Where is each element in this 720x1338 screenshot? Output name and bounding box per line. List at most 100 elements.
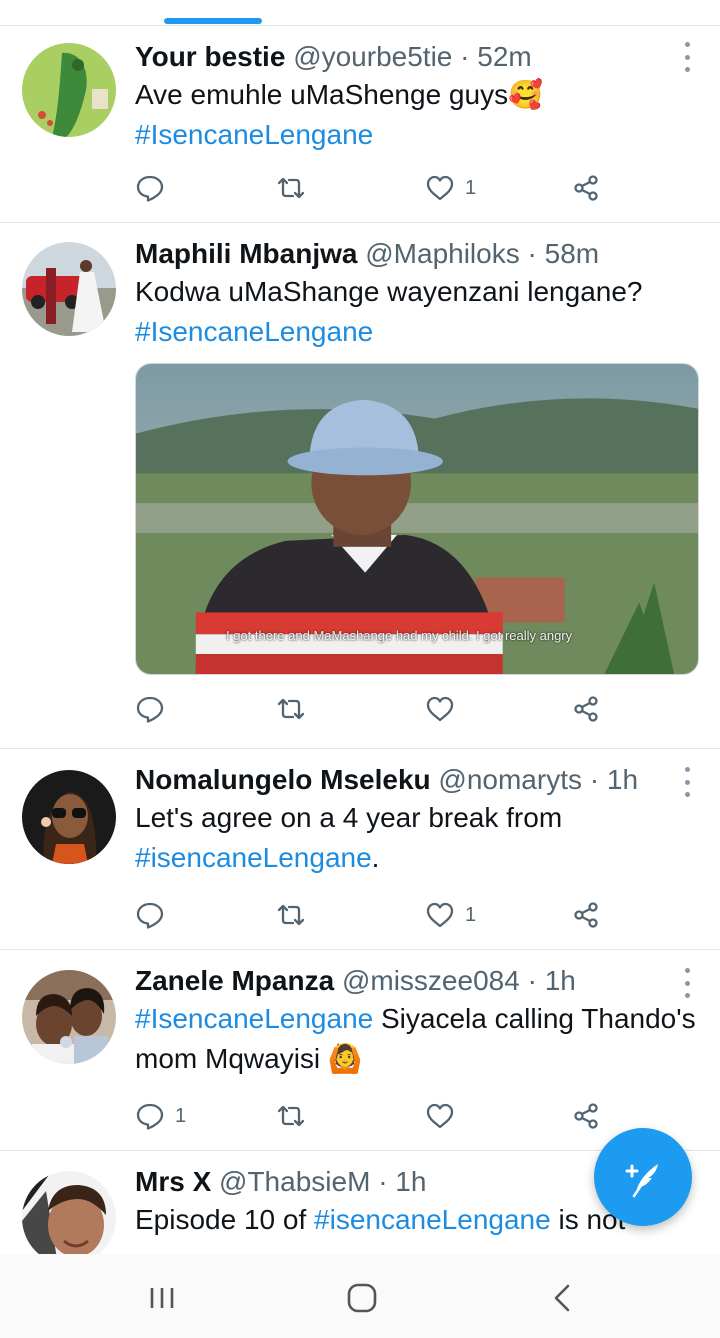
back-button[interactable]	[542, 1276, 586, 1320]
share-icon	[574, 175, 598, 201]
tweet-header: Zanele Mpanza @misszee084 · 1h	[135, 963, 698, 999]
tweet[interactable]: Zanele Mpanza @misszee084 · 1h #Isencane…	[0, 950, 720, 1151]
compose-tweet-button[interactable]	[594, 1128, 692, 1226]
separator: ·	[378, 1166, 388, 1197]
share-button[interactable]	[571, 168, 601, 208]
share-button[interactable]	[571, 689, 601, 729]
heart-icon	[426, 696, 454, 722]
tweet-text: Let's agree on a 4 year break from #isen…	[135, 798, 698, 878]
tweet-actions	[135, 689, 605, 729]
tweet-text: Ave emuhle uMaShenge guys🥰 #IsencaneLeng…	[135, 75, 698, 155]
author-handle[interactable]: @ThabsieM	[219, 1166, 370, 1197]
heart-icon	[426, 175, 454, 201]
avatar[interactable]	[22, 1171, 116, 1254]
tweet-body-text: Episode 10 of	[135, 1204, 307, 1235]
tweet[interactable]: Nomalungelo Mseleku @nomaryts · 1h Let's…	[0, 749, 720, 950]
video-thumbnail[interactable]: I got there and MaMashange had my child.…	[135, 363, 699, 675]
share-icon	[574, 1103, 598, 1129]
reply-icon	[136, 902, 164, 929]
reply-button[interactable]	[135, 689, 175, 729]
retweet-icon	[277, 177, 305, 199]
like-button[interactable]: 1	[425, 168, 476, 208]
reply-button[interactable]	[135, 895, 175, 935]
avatar[interactable]	[22, 770, 116, 864]
top-tab-strip	[0, 0, 720, 26]
like-button[interactable]	[425, 689, 465, 729]
retweet-button[interactable]	[276, 895, 306, 935]
author-handle[interactable]: @yourbe5tie	[293, 41, 452, 72]
timestamp[interactable]: 1h	[607, 764, 638, 795]
like-count: 1	[465, 176, 477, 199]
timeline-feed[interactable]: Your bestie @yourbe5tie · 52m Ave emuhle…	[0, 26, 720, 1254]
more-vertical-icon[interactable]	[680, 767, 694, 797]
retweet-icon	[277, 1105, 305, 1127]
tweet-body-text: Ave emuhle uMaShenge guys🥰	[135, 79, 543, 110]
retweet-icon	[277, 698, 305, 720]
tweet[interactable]: Maphili Mbanjwa @Maphiloks · 58m Kodwa u…	[0, 223, 720, 749]
timestamp[interactable]: 1h	[395, 1166, 426, 1197]
tweet-header: Your bestie @yourbe5tie · 52m	[135, 39, 698, 75]
tweet-header: Nomalungelo Mseleku @nomaryts · 1h	[135, 762, 698, 798]
avatar[interactable]	[22, 242, 116, 336]
retweet-button[interactable]	[276, 1096, 306, 1136]
system-navigation-bar	[0, 1254, 720, 1338]
video-subtitle: I got there and MaMashange had my child.…	[226, 628, 573, 643]
tweet-header: Maphili Mbanjwa @Maphiloks · 58m	[135, 236, 698, 272]
author-name[interactable]: Zanele Mpanza	[135, 965, 334, 996]
hashtag-link[interactable]: #IsencaneLengane	[135, 1003, 373, 1034]
author-name[interactable]: Mrs X	[135, 1166, 211, 1197]
recent-apps-icon	[150, 1288, 174, 1308]
tweet-actions: 1	[135, 895, 605, 935]
hashtag-link[interactable]: #isencaneLengane	[135, 842, 372, 873]
home-button[interactable]	[340, 1276, 384, 1320]
hashtag-link[interactable]: #IsencaneLengane	[135, 316, 373, 347]
separator: ·	[527, 965, 537, 996]
reply-icon	[136, 1103, 164, 1130]
like-button[interactable]	[425, 1096, 465, 1136]
reply-icon	[136, 175, 164, 202]
tweet-text: Kodwa uMaShange wayenzani lengane? #Isen…	[135, 272, 698, 352]
tweet-body-text: Let's agree on a 4 year break from	[135, 802, 563, 833]
separator: ·	[589, 764, 600, 795]
hashtag-link[interactable]: #isencaneLengane	[314, 1204, 551, 1235]
more-vertical-icon[interactable]	[680, 968, 694, 998]
timestamp[interactable]: 58m	[545, 238, 599, 269]
compose-tweet-icon	[625, 1164, 658, 1198]
author-handle[interactable]: @misszee084	[342, 965, 520, 996]
timestamp[interactable]: 52m	[477, 41, 531, 72]
heart-icon	[426, 902, 454, 928]
share-icon	[574, 696, 598, 722]
recent-apps-button[interactable]	[140, 1276, 184, 1320]
share-button[interactable]	[571, 895, 601, 935]
share-button[interactable]	[571, 1096, 601, 1136]
retweet-button[interactable]	[276, 689, 306, 729]
more-vertical-icon[interactable]	[680, 42, 694, 72]
author-name[interactable]: Your bestie	[135, 41, 285, 72]
author-handle[interactable]: @nomaryts	[438, 764, 582, 795]
like-button[interactable]: 1	[425, 895, 476, 935]
tweet-body-text: Kodwa uMaShange wayenzani lengane?	[135, 276, 643, 307]
heart-icon	[426, 1103, 454, 1129]
like-count: 1	[465, 903, 477, 926]
retweet-icon	[277, 904, 305, 926]
reply-button[interactable]: 1	[135, 1096, 186, 1136]
home-icon	[347, 1283, 377, 1313]
tweet-body-text-end: .	[371, 842, 380, 873]
active-tab-indicator	[164, 18, 262, 24]
author-name[interactable]: Maphili Mbanjwa	[135, 238, 357, 269]
back-icon	[554, 1284, 570, 1312]
reply-button[interactable]	[135, 168, 175, 208]
retweet-button[interactable]	[276, 168, 306, 208]
share-icon	[574, 902, 598, 928]
reply-count: 1	[175, 1104, 187, 1127]
avatar[interactable]	[22, 970, 116, 1064]
hashtag-link[interactable]: #IsencaneLengane	[135, 119, 373, 150]
timestamp[interactable]: 1h	[545, 965, 576, 996]
separator: ·	[527, 238, 537, 269]
author-name[interactable]: Nomalungelo Mseleku	[135, 764, 431, 795]
avatar[interactable]	[22, 43, 116, 137]
reply-icon	[136, 696, 164, 723]
tweet-text: #IsencaneLengane Siyacela calling Thando…	[135, 999, 698, 1079]
author-handle[interactable]: @Maphiloks	[365, 238, 519, 269]
tweet[interactable]: Your bestie @yourbe5tie · 52m Ave emuhle…	[0, 26, 720, 223]
